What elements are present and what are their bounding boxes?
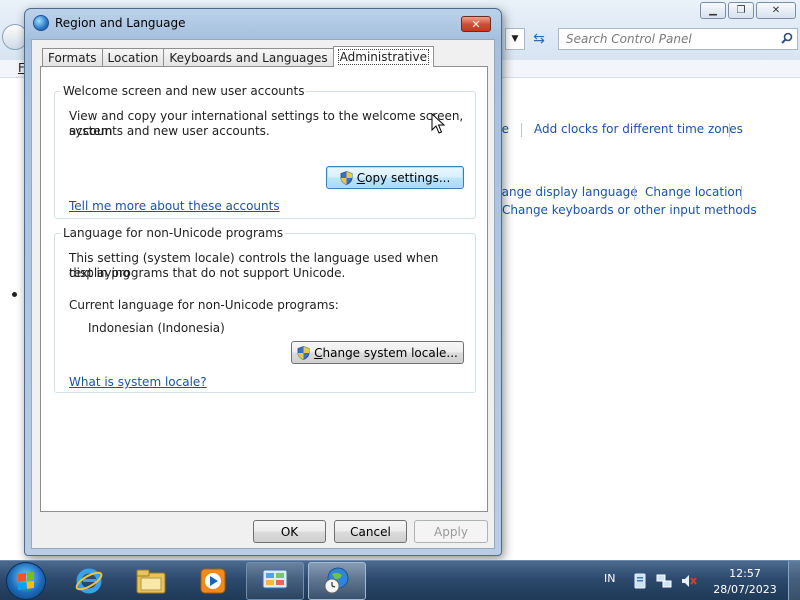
maximize-button[interactable]: ❐ bbox=[728, 2, 754, 19]
tell-me-more-link[interactable]: Tell me more about these accounts bbox=[69, 199, 280, 213]
taskbar-region-language[interactable] bbox=[308, 562, 366, 600]
uac-shield-icon bbox=[297, 345, 310, 360]
welcome-screen-group: Welcome screen and new user accounts Vie… bbox=[54, 84, 476, 219]
dialog-titlebar: Region and Language bbox=[33, 15, 186, 31]
input-language-indicator[interactable]: IN bbox=[604, 572, 615, 585]
tab-administrative-label: Administrative bbox=[337, 49, 430, 65]
network-icon[interactable] bbox=[656, 573, 672, 589]
link-separator bbox=[634, 186, 635, 200]
current-language-label: Current language for non-Unicode program… bbox=[69, 298, 339, 312]
change-system-locale-button[interactable]: Change system locale... bbox=[291, 341, 464, 364]
chevron-down-icon: ▼ bbox=[511, 34, 519, 44]
window-controls: ▁ ❐ ✕ bbox=[700, 2, 796, 19]
non-unicode-group: Language for non-Unicode programs This s… bbox=[54, 226, 476, 393]
start-button[interactable] bbox=[6, 562, 46, 600]
clock[interactable]: 12:57 28/07/2023 bbox=[706, 566, 784, 598]
link-add-clocks[interactable]: Add clocks for different time zones bbox=[534, 122, 743, 136]
globe-clock-icon bbox=[324, 567, 349, 594]
restore-icon: ❐ bbox=[736, 5, 746, 16]
internet-explorer-icon bbox=[75, 568, 103, 594]
tab-administrative[interactable]: Administrative bbox=[332, 46, 435, 67]
welcome-group-legend: Welcome screen and new user accounts bbox=[61, 84, 307, 98]
link-separator bbox=[729, 123, 730, 137]
tab-formats[interactable]: Formats bbox=[42, 48, 103, 67]
link-separator bbox=[521, 123, 522, 137]
change-locale-label: hange system locale... bbox=[322, 345, 458, 360]
region-language-dialog: Region and Language ✕ Formats Location K… bbox=[24, 8, 502, 556]
globe-icon bbox=[33, 15, 49, 31]
clock-date: 28/07/2023 bbox=[713, 583, 777, 596]
tab-strip: Formats Location Keyboards and Languages… bbox=[42, 46, 435, 67]
link-change-keyboards[interactable]: Change keyboards or other input methods bbox=[502, 203, 757, 217]
dialog-title: Region and Language bbox=[55, 16, 186, 30]
ok-button[interactable]: OK bbox=[253, 520, 326, 543]
media-player-icon bbox=[200, 568, 226, 594]
volume-muted-icon[interactable] bbox=[681, 573, 697, 589]
system-tray: IN bbox=[596, 561, 706, 600]
link-change-location[interactable]: Change location bbox=[645, 185, 742, 199]
link-change-display-language[interactable]: hange display language bbox=[494, 185, 638, 199]
address-dropdown-button[interactable]: ▼ bbox=[505, 28, 525, 50]
windows-logo-icon bbox=[18, 571, 34, 591]
apply-button[interactable]: Apply bbox=[414, 520, 488, 543]
close-icon: ✕ bbox=[771, 5, 781, 16]
search-box[interactable]: Search Control Panel bbox=[558, 28, 798, 50]
unicode-description-line2: text in programs that do not support Uni… bbox=[69, 266, 346, 280]
control-panel-icon bbox=[262, 569, 288, 589]
tab-location[interactable]: Location bbox=[101, 48, 165, 67]
taskbar: IN 12:57 28/07/2023 bbox=[0, 560, 800, 600]
minimize-button[interactable]: ▁ bbox=[700, 2, 726, 19]
taskbar-control-panel[interactable] bbox=[246, 562, 304, 600]
uac-shield-icon bbox=[340, 170, 353, 185]
minimize-icon: ▁ bbox=[709, 5, 717, 16]
welcome-description-line2: accounts and new user accounts. bbox=[69, 124, 270, 138]
unicode-group-legend: Language for non-Unicode programs bbox=[61, 226, 286, 240]
refresh-button[interactable]: ⇆ bbox=[528, 28, 550, 50]
copy-settings-button[interactable]: Copy settings... bbox=[326, 166, 464, 189]
what-is-system-locale-link[interactable]: What is system locale? bbox=[69, 375, 207, 389]
search-input[interactable]: Search Control Panel bbox=[566, 32, 777, 46]
show-desktop-button[interactable] bbox=[788, 561, 800, 600]
taskbar-media-player[interactable] bbox=[184, 562, 242, 600]
search-icon[interactable] bbox=[777, 32, 797, 47]
mouse-cursor-icon bbox=[431, 113, 445, 134]
change-locale-accel: C bbox=[314, 345, 323, 360]
bullet-dot bbox=[12, 292, 17, 297]
current-language-value: Indonesian (Indonesia) bbox=[88, 321, 225, 335]
taskbar-internet-explorer[interactable] bbox=[60, 562, 118, 600]
refresh-icon: ⇆ bbox=[533, 31, 545, 47]
folder-icon bbox=[136, 569, 166, 594]
copy-settings-label: opy settings... bbox=[365, 170, 451, 185]
close-window-button[interactable]: ✕ bbox=[756, 2, 796, 19]
left-pane bbox=[0, 78, 24, 560]
action-center-icon[interactable] bbox=[632, 573, 648, 589]
dialog-client: Formats Location Keyboards and Languages… bbox=[31, 39, 495, 549]
administrative-panel: Welcome screen and new user accounts Vie… bbox=[40, 66, 488, 512]
link-separator bbox=[741, 186, 742, 200]
cancel-button[interactable]: Cancel bbox=[334, 520, 407, 543]
taskbar-file-explorer[interactable] bbox=[122, 562, 180, 600]
copy-settings-accel: C bbox=[356, 170, 366, 185]
dialog-close-button[interactable]: ✕ bbox=[461, 16, 491, 32]
tab-keyboards-languages[interactable]: Keyboards and Languages bbox=[163, 48, 334, 67]
clock-time: 12:57 bbox=[729, 567, 761, 580]
